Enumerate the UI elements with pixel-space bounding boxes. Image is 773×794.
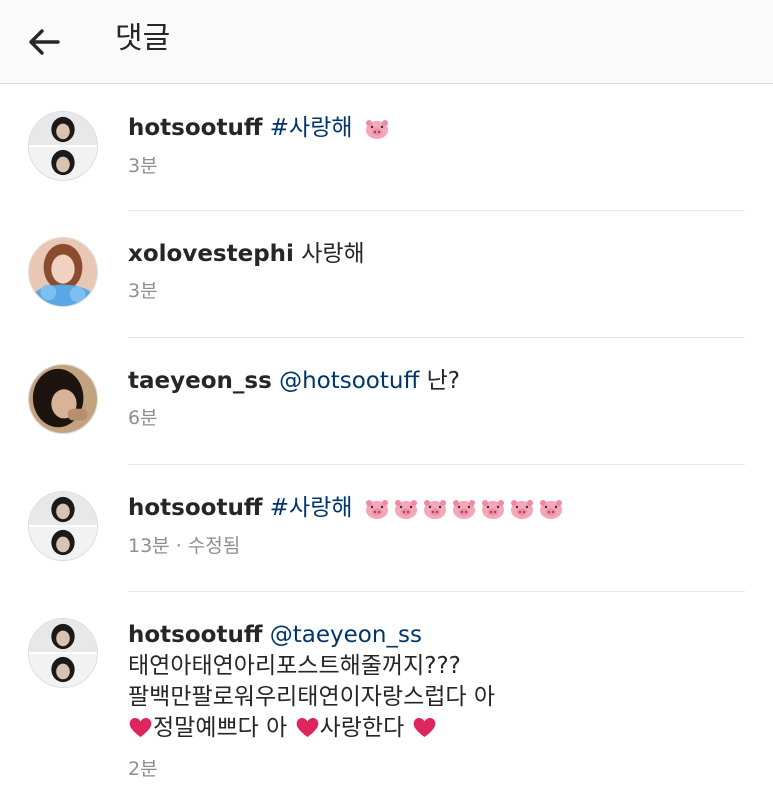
comment-text: 난? [426,368,461,394]
hashtag-link[interactable]: #사랑해 [270,495,353,521]
comment-username[interactable]: hotsootuff [128,495,262,521]
heart-icon [413,717,435,737]
pig-emoji-group [364,113,393,145]
heart-icon [129,717,152,737]
mention-link[interactable]: @taeyeon_ss [270,622,422,648]
avatar[interactable] [28,111,98,181]
comment-username[interactable]: xolovestephi [128,241,294,267]
arrow-left-icon [29,29,60,55]
comment-text-line: 정말예쁘다 아 사랑한다 [128,713,745,744]
avatar[interactable] [28,618,98,688]
comment-text: 태연아태연아리포스트해줄꺼지??? 팔백만팔로워우리태연이자랑스럽다 아 정말예… [128,651,745,744]
divider [128,591,745,592]
pig-icon [539,500,562,519]
hashtag-link[interactable]: #사랑해 [270,115,353,141]
comment-text-line: 태연아태연아리포스트해줄꺼지??? [128,653,461,679]
comment-username[interactable]: taeyeon_ss [128,368,272,394]
avatar[interactable] [28,364,98,434]
pig-icon [365,500,388,519]
pig-icon [510,500,533,519]
comment-text: 사랑해 [301,241,365,267]
comment-text-line: 팔백만팔로워우리태연이자랑스럽다 아 [128,684,496,710]
pig-icon [394,500,417,519]
comment-timestamp: 2분 [128,758,158,780]
comment-timestamp: 3분 [128,154,158,177]
divider [128,337,745,338]
comment-username[interactable]: hotsootuff [128,115,262,141]
divider [128,210,745,211]
pig-emoji-group [364,493,567,525]
pig-icon [481,500,504,519]
divider [128,464,745,465]
comment-timestamp: 6분 [128,407,158,429]
pig-icon [365,120,388,139]
comment-timestamp: 13분 · 수정됨 [128,534,241,557]
pig-icon [452,500,475,519]
heart-icon [296,717,318,737]
comment-username[interactable]: hotsootuff [128,622,262,648]
avatar[interactable] [28,491,98,561]
mention-link[interactable]: @hotsootuff [279,368,419,394]
header-bar: 댓글 [0,0,773,84]
comment-timestamp: 3분 [128,280,158,302]
comment-text-segment: 정말예쁘다 아 [153,715,288,741]
pig-icon [423,500,446,519]
back-button[interactable] [24,22,64,62]
avatar[interactable] [28,237,98,307]
page-title: 댓글 [115,21,171,56]
comment-text-segment: 사랑한다 [319,715,405,741]
